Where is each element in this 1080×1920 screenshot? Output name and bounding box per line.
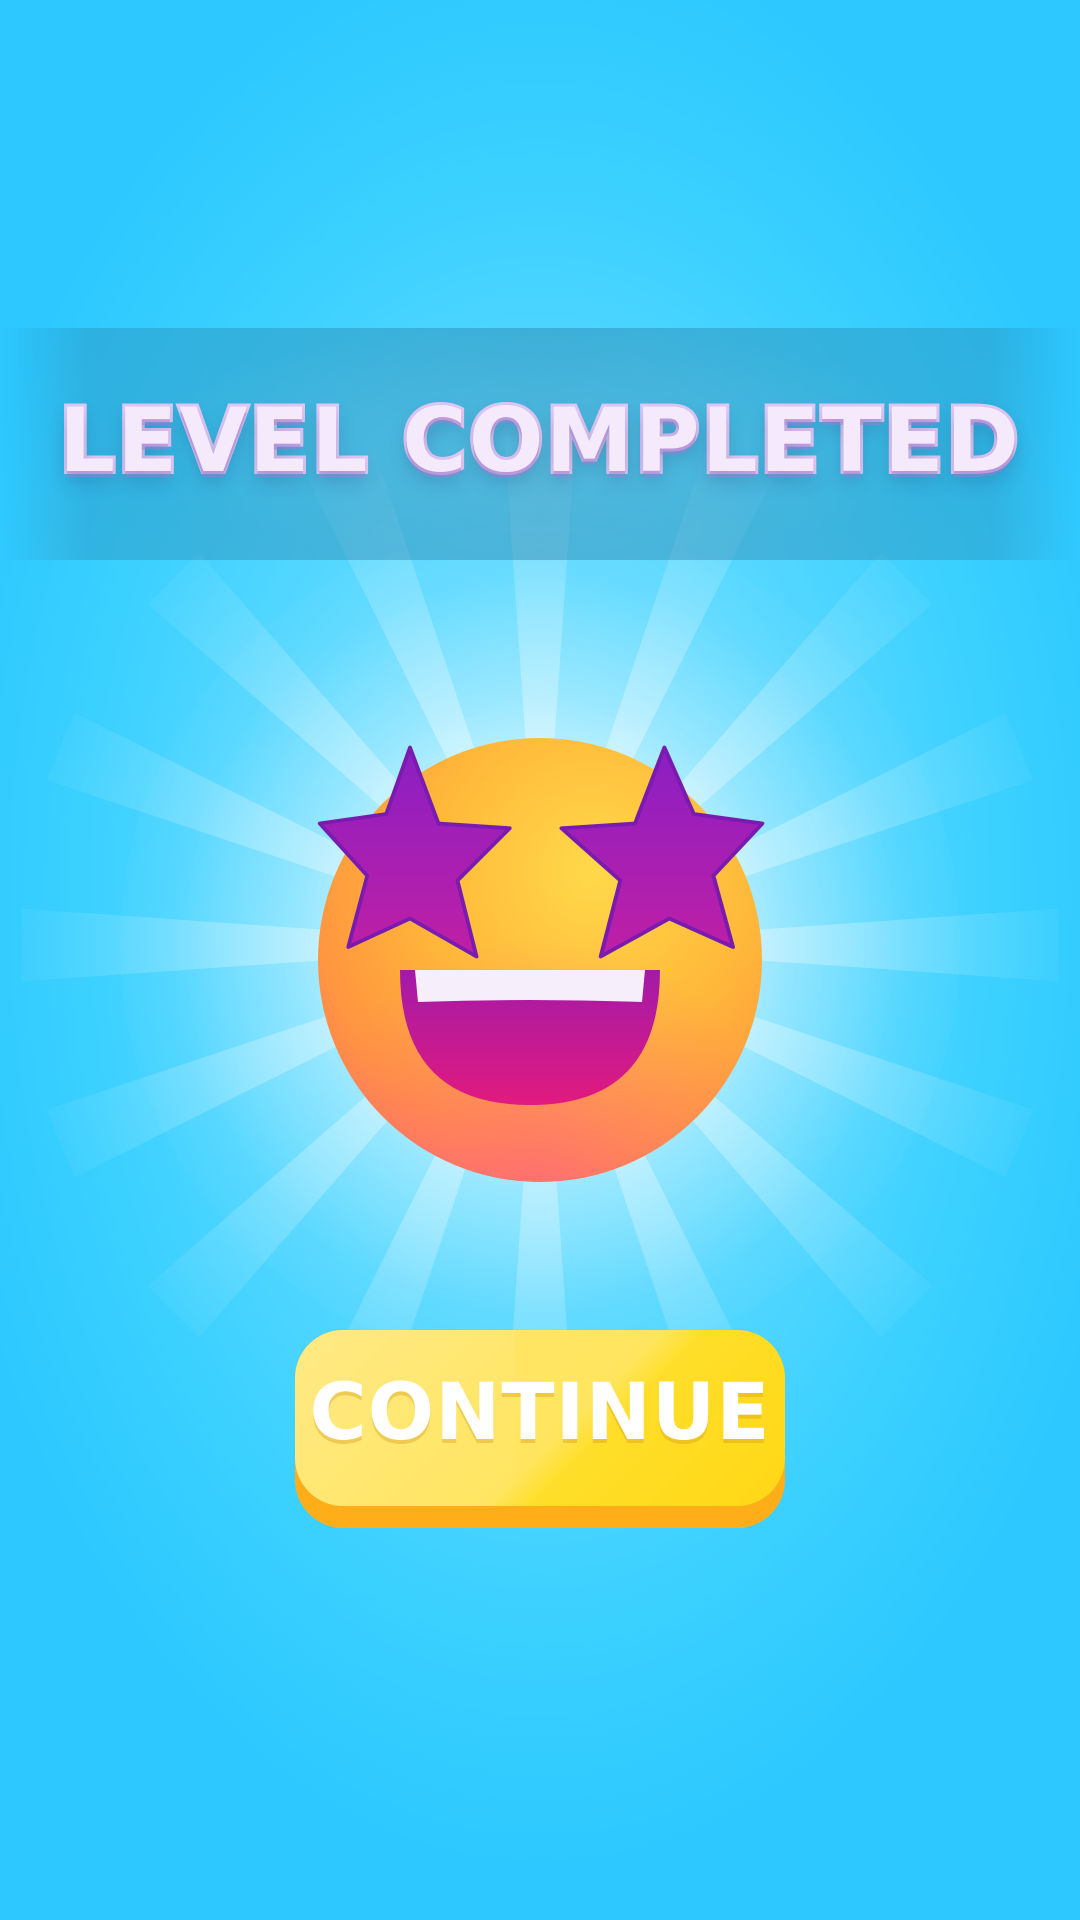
level-completed-title: LEVEL COMPLETED	[56, 386, 1022, 495]
continue-button-face[interactable]: CONTINUE	[295, 1330, 785, 1506]
continue-button-label: CONTINUE	[309, 1368, 771, 1458]
star-struck-face-icon	[300, 720, 780, 1200]
continue-button[interactable]: CONTINUE	[295, 1330, 785, 1528]
level-complete-screen: LEVEL COMPLETED CONTINUE	[0, 0, 1080, 1920]
